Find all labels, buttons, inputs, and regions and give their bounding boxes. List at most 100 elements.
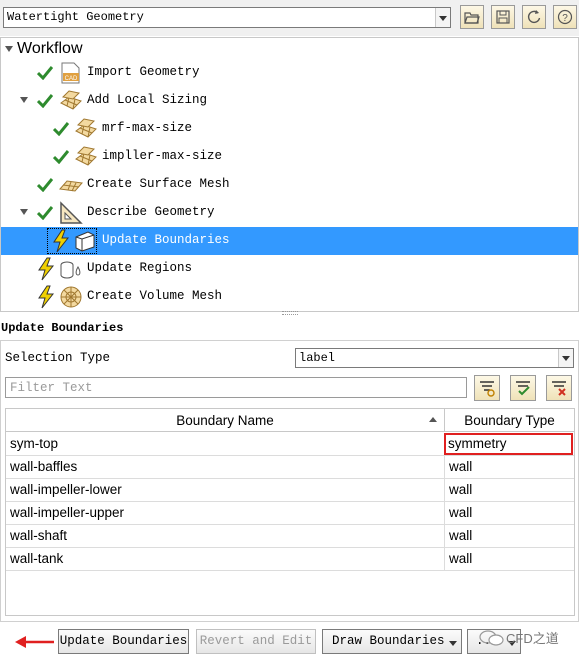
tree-item-label: Import Geometry [87, 65, 200, 79]
table-row[interactable]: wall-impeller-lower wall [6, 479, 574, 502]
boundaries-table: Boundary Name Boundary Type sym-top symm… [5, 408, 575, 616]
check-icon [37, 66, 53, 80]
watermark: CFD之道 [478, 628, 559, 647]
filter-clear-icon [552, 381, 566, 396]
tree-item-add-local-sizing[interactable]: Add Local Sizing [1, 87, 578, 115]
check-icon [37, 94, 53, 108]
draw-boundaries-label: Draw Boundaries [332, 634, 445, 648]
geometry-icon [60, 201, 83, 224]
open-workflow-button[interactable] [460, 5, 484, 29]
chevron-down-icon[interactable] [558, 349, 573, 367]
tree-item-label: Update Regions [87, 261, 193, 275]
sort-ascending-icon[interactable] [429, 417, 437, 422]
boundary-type-cell[interactable]: wall [444, 456, 574, 478]
check-icon [53, 122, 69, 136]
boundary-name-cell: wall-tank [10, 551, 64, 566]
draw-boundaries-button[interactable]: Draw Boundaries [322, 629, 462, 654]
tree-item-impller-max-size[interactable]: impller-max-size [1, 143, 578, 171]
help-button[interactable]: ? [553, 5, 577, 29]
column-header-label: Boundary Type [464, 413, 555, 428]
boundary-name-cell: wall-shaft [10, 528, 68, 543]
table-row[interactable]: wall-shaft wall [6, 525, 574, 548]
check-icon [53, 150, 69, 164]
mesh-icon [59, 180, 83, 192]
selection-type-select[interactable]: label [295, 348, 574, 368]
save-workflow-button[interactable] [491, 5, 515, 29]
splitter-handle[interactable] [282, 311, 298, 315]
grid-icon [75, 146, 97, 166]
tree-item-create-volume-mesh[interactable]: Create Volume Mesh [1, 283, 578, 311]
filter-list-icon [480, 381, 495, 397]
revert-and-edit-button[interactable]: Revert and Edit [196, 629, 316, 654]
volume-mesh-icon [60, 286, 82, 308]
lightning-icon [38, 257, 55, 281]
tree-item-label: Create Surface Mesh [87, 177, 230, 191]
check-icon [37, 178, 53, 192]
update-boundaries-panel: Selection Type label Boundary Name Bound… [0, 340, 579, 622]
workflow-toolbar: Watertight Geometry ? [0, 0, 579, 36]
tree-item-label: Update Boundaries [102, 233, 230, 247]
tree-item-label: Describe Geometry [87, 205, 215, 219]
boundary-name-cell: wall-baffles [10, 459, 78, 474]
tree-item-mrf-max-size[interactable]: mrf-max-size [1, 115, 578, 143]
refresh-workflow-button[interactable] [522, 5, 546, 29]
collapse-icon[interactable] [5, 46, 13, 52]
boundary-type-cell[interactable]: symmetry [444, 433, 573, 455]
tree-item-label: Create Volume Mesh [87, 289, 223, 303]
boundary-type-cell[interactable]: wall [444, 525, 574, 547]
open-folder-icon [464, 12, 480, 24]
annotation-arrow-icon [15, 636, 54, 648]
collapse-icon[interactable] [20, 97, 28, 103]
tree-item-label: impller-max-size [102, 149, 223, 163]
wechat-icon [479, 629, 504, 646]
collapse-icon[interactable] [20, 209, 28, 215]
svg-text:?: ? [562, 13, 568, 24]
column-header-boundary-name[interactable]: Boundary Name [6, 409, 444, 432]
workflow-type-value: Watertight Geometry [7, 10, 144, 24]
select-all-button[interactable] [510, 375, 536, 401]
table-row[interactable]: sym-top symmetry [6, 433, 574, 456]
chevron-down-icon[interactable] [449, 641, 457, 646]
boundary-type-cell[interactable]: wall [444, 479, 574, 501]
filter-check-icon [516, 381, 530, 396]
update-boundaries-button[interactable]: Update Boundaries [58, 629, 189, 654]
boundary-name-cell: sym-top [10, 436, 59, 451]
lightning-icon [53, 229, 70, 253]
lightning-icon [38, 285, 55, 309]
watermark-text: CFD之道 [506, 631, 559, 646]
tree-item-describe-geometry[interactable]: Describe Geometry [1, 199, 578, 227]
grid-icon [60, 90, 82, 110]
tree-item-create-surface-mesh[interactable]: Create Surface Mesh [1, 171, 578, 199]
clear-selection-button[interactable] [546, 375, 572, 401]
column-header-boundary-type[interactable]: Boundary Type [444, 409, 574, 432]
tree-item-import-geometry[interactable]: CAD Import Geometry [1, 59, 578, 87]
column-header-label: Boundary Name [176, 413, 274, 428]
table-row[interactable]: wall-tank wall [6, 548, 574, 571]
filter-text-input[interactable] [5, 377, 467, 398]
tree-title: Workflow [17, 40, 83, 57]
tree-item-update-boundaries[interactable]: Update Boundaries [1, 227, 578, 255]
selection-type-value: label [299, 351, 336, 365]
svg-text:CAD: CAD [65, 76, 78, 82]
help-icon: ? [557, 9, 573, 25]
boundary-type-cell[interactable]: wall [444, 548, 574, 570]
boundary-type-cell[interactable]: wall [444, 502, 574, 524]
selection-type-label: Selection Type [5, 351, 111, 365]
workflow-type-select[interactable]: Watertight Geometry [3, 7, 451, 28]
table-row[interactable]: wall-impeller-upper wall [6, 502, 574, 525]
boundary-name-cell: wall-impeller-lower [10, 482, 122, 497]
workflow-tree: Workflow CAD Import Geometry Add Local S… [0, 37, 579, 312]
save-icon [496, 10, 510, 24]
boundary-icon [75, 231, 95, 252]
tree-root[interactable]: Workflow [5, 39, 83, 59]
filter-options-button[interactable] [474, 375, 500, 401]
regions-icon [60, 261, 81, 279]
table-row[interactable]: wall-baffles wall [6, 456, 574, 479]
tree-item-update-regions[interactable]: Update Regions [1, 255, 578, 283]
grid-icon [75, 118, 97, 138]
refresh-icon [527, 10, 541, 24]
chevron-down-icon[interactable] [435, 8, 450, 27]
check-icon [37, 206, 53, 220]
boundary-name-cell: wall-impeller-upper [10, 505, 125, 520]
tree-item-label: Add Local Sizing [87, 93, 208, 107]
